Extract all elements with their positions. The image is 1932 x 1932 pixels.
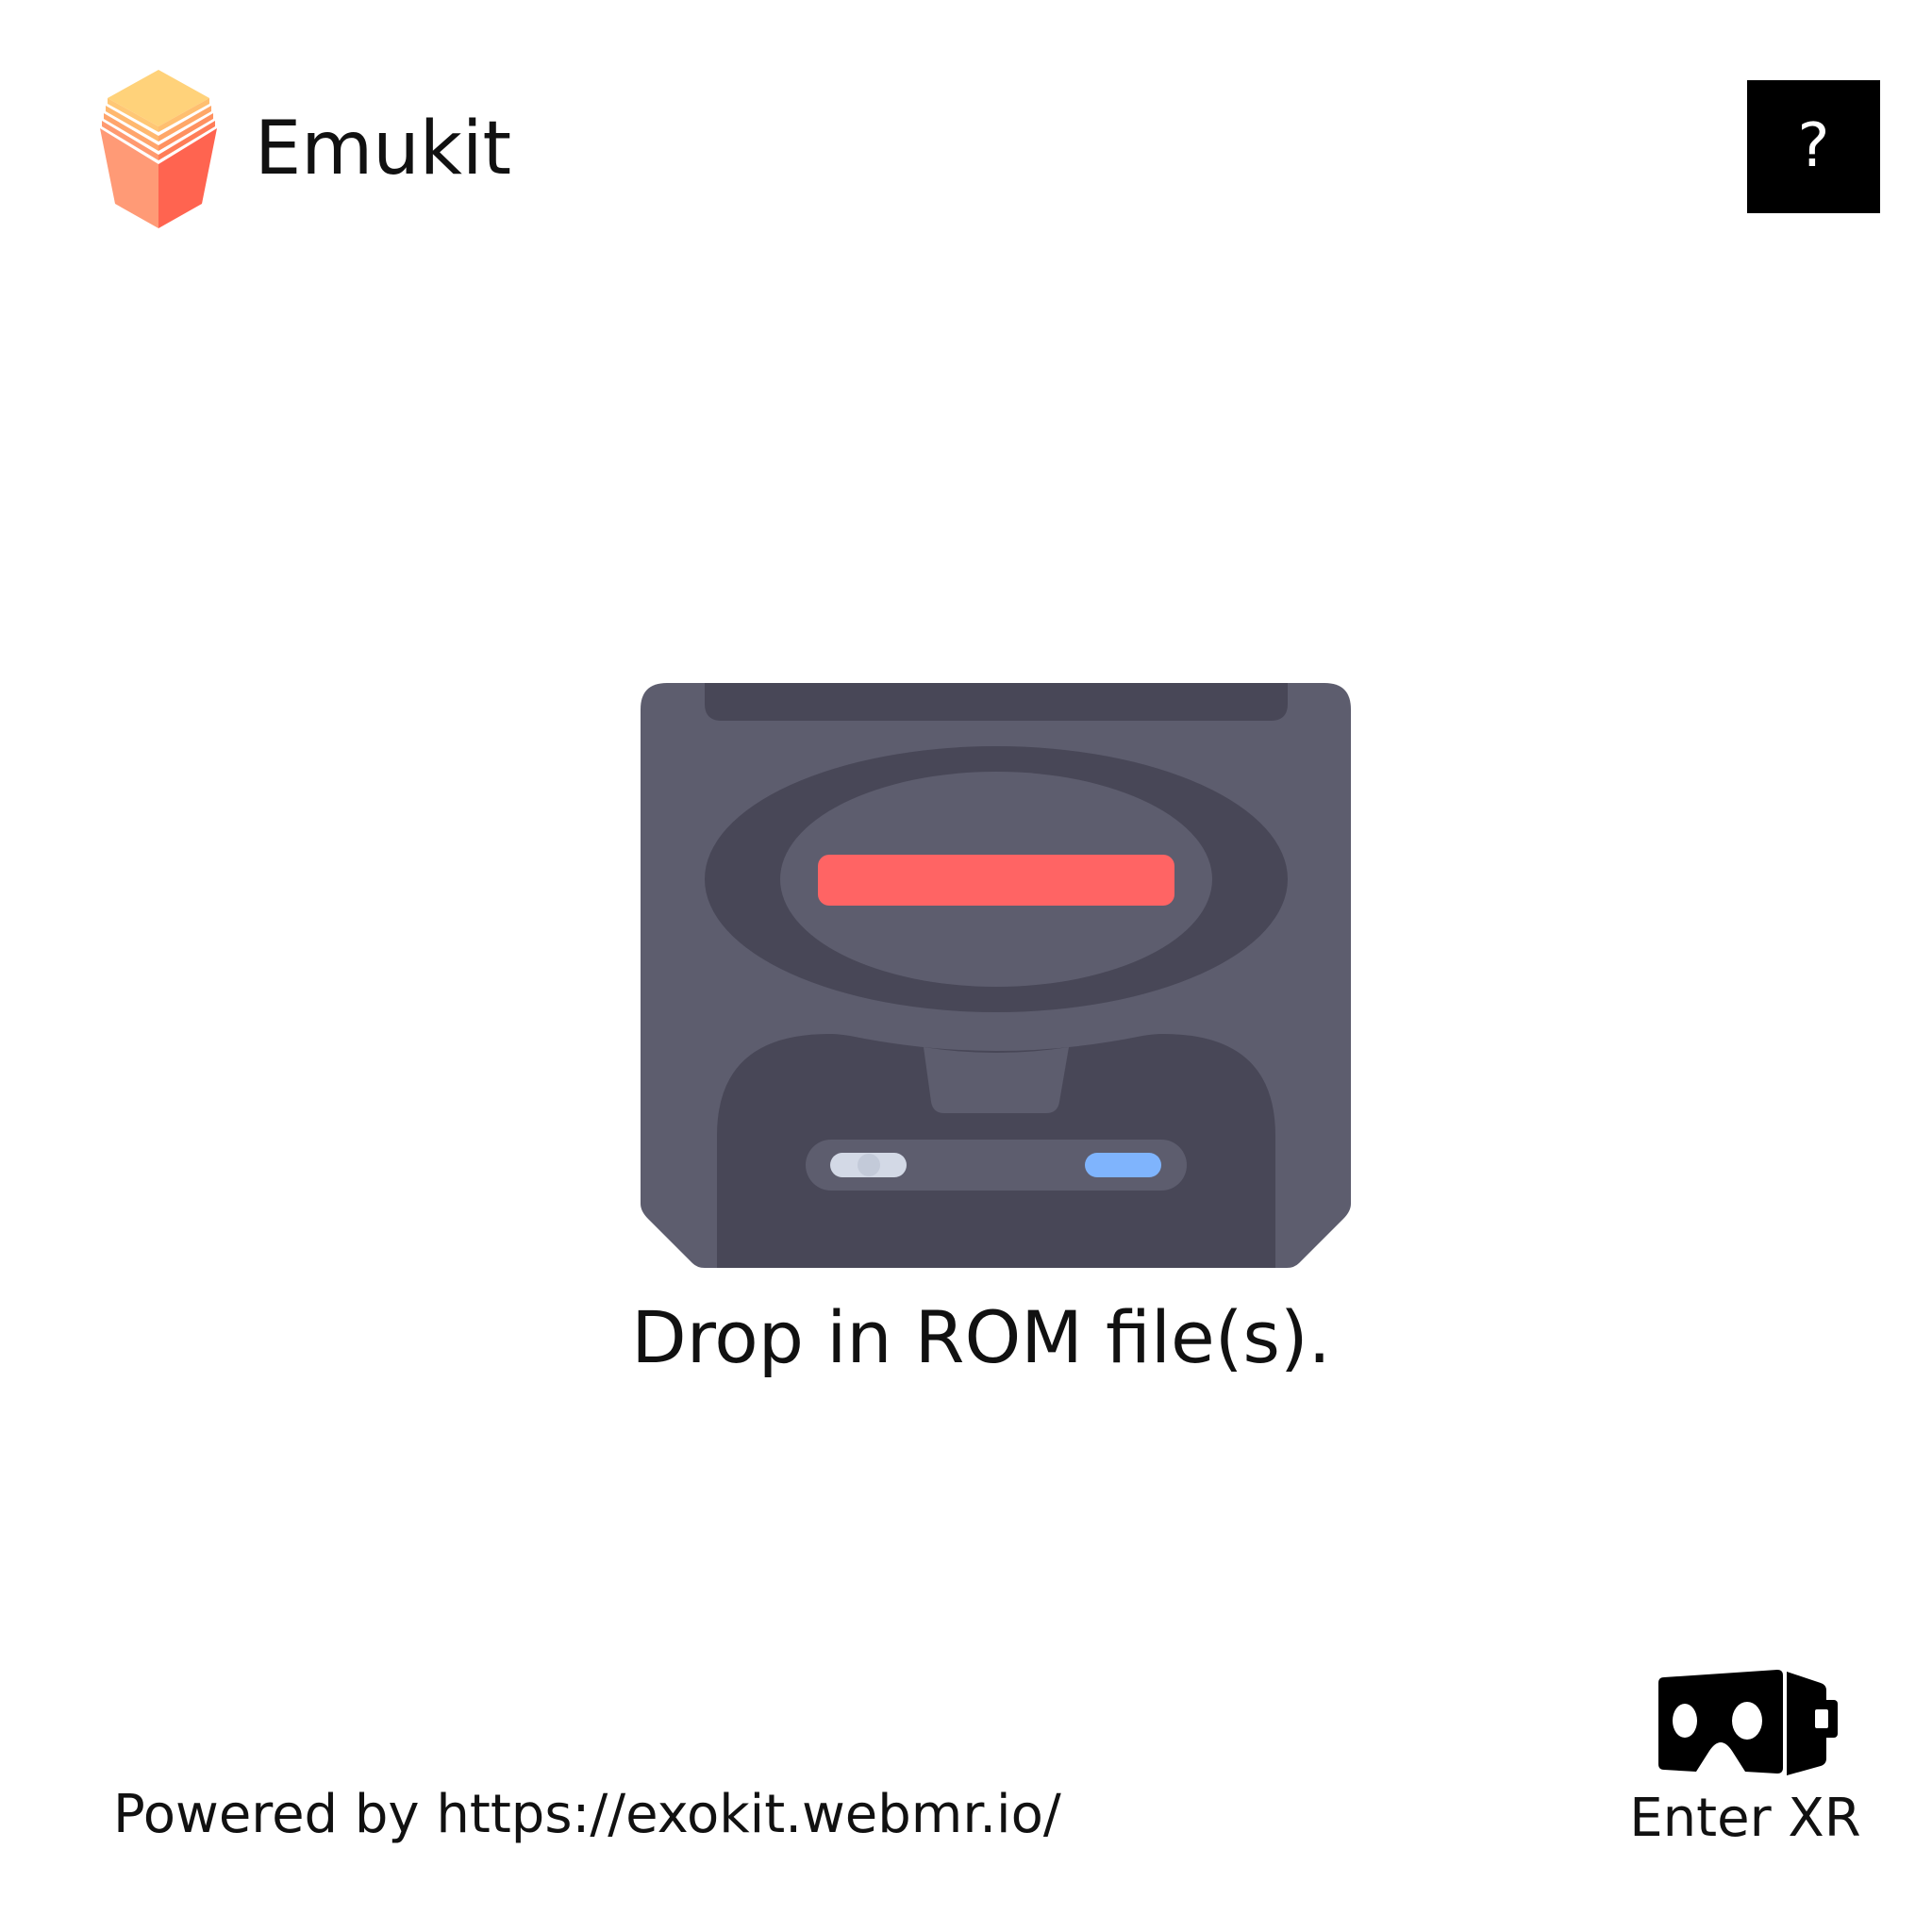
brand: Emukit bbox=[100, 68, 511, 230]
retro-console-icon bbox=[641, 683, 1351, 1268]
emukit-logo-icon bbox=[100, 70, 217, 228]
powered-by-text: Powered by https://exokit.webmr.io/ bbox=[113, 1784, 1061, 1845]
enter-xr-button[interactable]: Enter XR bbox=[1623, 1670, 1868, 1858]
vr-headset-icon bbox=[1658, 1670, 1838, 1775]
drop-prompt: Drop in ROM file(s). bbox=[631, 1295, 1331, 1379]
app-title: Emukit bbox=[255, 107, 512, 192]
help-button[interactable]: ? bbox=[1747, 80, 1880, 213]
enter-xr-label: Enter XR bbox=[1629, 1788, 1861, 1849]
rom-drop-zone[interactable]: Drop in ROM file(s). bbox=[0, 660, 1932, 1396]
emukit-page: Emukit ? Drop in ROM file(s). Powered by… bbox=[0, 0, 1932, 1932]
